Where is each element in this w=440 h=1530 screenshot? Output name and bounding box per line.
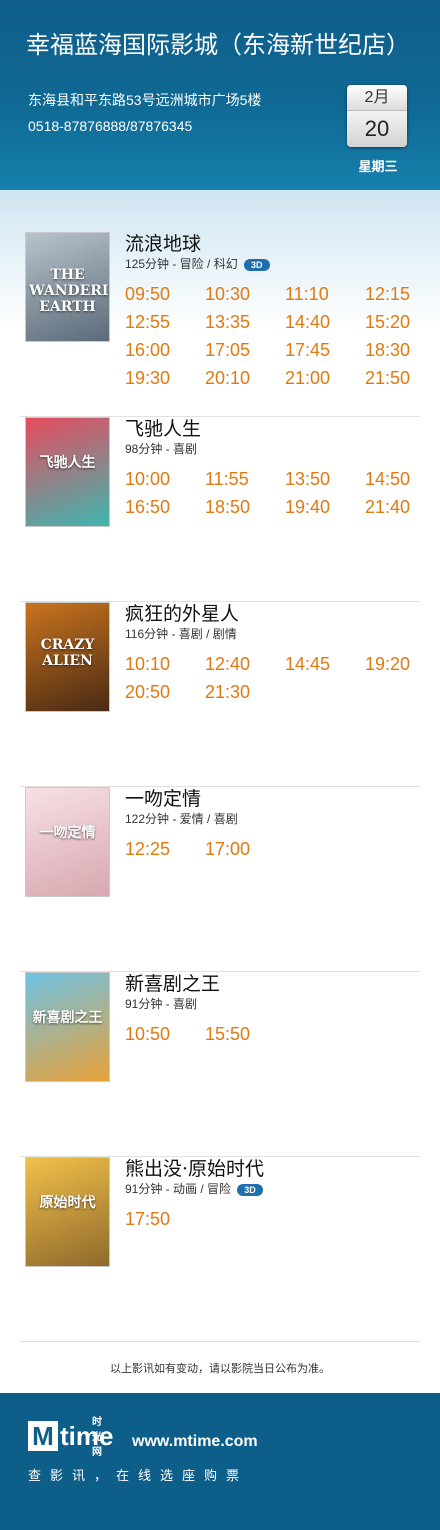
movie-meta: 116分钟 - 喜剧 / 剧情 bbox=[125, 626, 237, 642]
movie-title[interactable]: 熊出没·原始时代 bbox=[125, 1157, 264, 1181]
showtime-button[interactable]: 21:00 bbox=[285, 366, 355, 390]
footer: M time 时光网 www.mtime.com 查影讯，在线选座购票 bbox=[0, 1393, 440, 1530]
showtime-button[interactable]: 15:20 bbox=[365, 310, 435, 334]
showtime-button[interactable]: 12:25 bbox=[125, 837, 195, 861]
poster-artwork bbox=[26, 418, 109, 526]
poster-artwork bbox=[26, 973, 109, 1081]
showtime-button[interactable]: 21:30 bbox=[205, 680, 275, 704]
poster-artwork bbox=[26, 1158, 109, 1266]
logo-chinese-name: 时光网 bbox=[92, 1417, 102, 1458]
date-card: 2月 20 bbox=[347, 85, 407, 147]
date-month: 2月 bbox=[347, 85, 407, 111]
showtime-button[interactable]: 20:10 bbox=[205, 366, 275, 390]
showtime-button[interactable]: 10:50 bbox=[125, 1022, 195, 1046]
showtime-button[interactable]: 10:00 bbox=[125, 467, 195, 491]
movie-divider bbox=[20, 1341, 420, 1342]
showtime-button[interactable]: 12:55 bbox=[125, 310, 195, 334]
movie-meta-text: 122分钟 - 爱情 / 喜剧 bbox=[125, 812, 238, 826]
movie-poster[interactable]: 新喜剧之王 bbox=[25, 972, 110, 1082]
movie-poster[interactable]: THE WANDERING EARTH bbox=[25, 232, 110, 342]
movie-item[interactable]: THE WANDERING EARTH 流浪地球125分钟 - 冒险 / 科幻 3D… bbox=[0, 232, 440, 417]
showtime-button[interactable]: 18:50 bbox=[205, 495, 275, 519]
showtime-button[interactable]: 13:50 bbox=[285, 467, 355, 491]
poster-title-text: THE WANDERING EARTH bbox=[29, 267, 109, 315]
movie-poster[interactable]: 飞驰人生 bbox=[25, 417, 110, 527]
poster-title-text: 一吻定情 bbox=[39, 825, 96, 841]
movie-poster[interactable]: 一吻定情 bbox=[25, 787, 110, 897]
showtime-button[interactable]: 17:05 bbox=[205, 338, 275, 362]
movie-meta: 122分钟 - 爱情 / 喜剧 bbox=[125, 811, 238, 827]
cinema-address: 东海县和平东路53号远洲城市广场5楼 bbox=[28, 92, 262, 108]
showtime-button[interactable]: 16:50 bbox=[125, 495, 195, 519]
movie-item[interactable]: 飞驰人生 飞驰人生 98分钟 - 喜剧 10:00 11:55 13:50 14:50 16:… bbox=[0, 417, 440, 602]
showtime-button[interactable]: 20:50 bbox=[125, 680, 195, 704]
date-day: 20 bbox=[347, 111, 407, 147]
poster-title-text: 飞驰人生 bbox=[39, 455, 96, 471]
showtime-button[interactable]: 11:55 bbox=[205, 467, 275, 491]
movie-meta-text: 98分钟 - 喜剧 bbox=[125, 442, 198, 456]
showtime-button[interactable]: 15:50 bbox=[205, 1022, 275, 1046]
showtime-button[interactable]: 13:35 bbox=[205, 310, 275, 334]
movie-meta-text: 125分钟 - 冒险 / 科幻 bbox=[125, 257, 238, 271]
poster-title-text: 新喜剧之王 bbox=[32, 1010, 103, 1026]
showtime-button[interactable]: 14:50 bbox=[365, 467, 435, 491]
footer-scallop-edge bbox=[0, 1386, 440, 1400]
showtime-button[interactable]: 21:40 bbox=[365, 495, 435, 519]
movie-item[interactable]: 一吻定情 一吻定情 122分钟 - 爱情 / 喜剧 12:25 17:00 bbox=[0, 787, 440, 972]
showtime-button[interactable]: 14:40 bbox=[285, 310, 355, 334]
showtime-button[interactable]: 19:20 bbox=[365, 652, 435, 676]
showtime-button[interactable]: 17:00 bbox=[205, 837, 275, 861]
movie-poster[interactable]: CRAZY ALIEN bbox=[25, 602, 110, 712]
movie-meta: 91分钟 - 喜剧 bbox=[125, 996, 197, 1012]
movie-meta: 98分钟 - 喜剧 bbox=[125, 441, 197, 457]
movie-title[interactable]: 流浪地球 bbox=[125, 232, 201, 256]
poster-artwork bbox=[26, 788, 109, 896]
cinema-header: 幸福蓝海国际影城（东海新世纪店） 东海县和平东路53号远洲城市广场5楼 0518… bbox=[0, 0, 440, 190]
showtime-button[interactable]: 10:10 bbox=[125, 652, 195, 676]
showtime-button[interactable]: 18:30 bbox=[365, 338, 435, 362]
showtime-button[interactable]: 17:45 bbox=[285, 338, 355, 362]
showtime-button[interactable]: 14:45 bbox=[285, 652, 355, 676]
logo-wordmark: time bbox=[60, 1421, 114, 1451]
showtime-button[interactable]: 17:50 bbox=[125, 1207, 195, 1231]
showtime-button[interactable]: 11:10 bbox=[285, 282, 355, 306]
movie-meta-text: 116分钟 - 喜剧 / 剧情 bbox=[125, 627, 237, 641]
showtime-button[interactable]: 19:40 bbox=[285, 495, 355, 519]
showtime-button[interactable]: 10:30 bbox=[205, 282, 275, 306]
movie-meta-text: 91分钟 - 动画 / 冒险 bbox=[125, 1182, 232, 1196]
movie-meta: 125分钟 - 冒险 / 科幻 3D bbox=[125, 256, 270, 272]
movie-item[interactable]: CRAZY ALIEN 疯狂的外星人 116分钟 - 喜剧 / 剧情 10:10 12:… bbox=[0, 602, 440, 787]
movie-title[interactable]: 新喜剧之王 bbox=[125, 972, 220, 996]
showtime-button[interactable]: 16:00 bbox=[125, 338, 195, 362]
footer-slogan: 查影讯，在线选座购票 bbox=[28, 1468, 249, 1483]
showtime-button[interactable]: 12:15 bbox=[365, 282, 435, 306]
cinema-phone: 0518-87876888/87876345 bbox=[28, 118, 193, 134]
showtime-button[interactable]: 19:30 bbox=[125, 366, 195, 390]
cinema-name: 幸福蓝海国际影城（东海新世纪店） bbox=[26, 31, 410, 59]
movie-poster[interactable]: 原始时代 bbox=[25, 1157, 110, 1267]
3d-badge-icon: 3D bbox=[243, 258, 270, 271]
movie-title[interactable]: 一吻定情 bbox=[125, 787, 201, 811]
movie-item[interactable]: 新喜剧之王 新喜剧之王 91分钟 - 喜剧 10:50 15:50 bbox=[0, 972, 440, 1157]
weekday: 星期三 bbox=[358, 159, 398, 174]
movie-meta-text: 91分钟 - 喜剧 bbox=[125, 997, 198, 1011]
poster-title-text: 原始时代 bbox=[39, 1195, 96, 1211]
movie-meta: 91分钟 - 动画 / 冒险 3D bbox=[125, 1181, 264, 1197]
logo-m-icon: M bbox=[28, 1421, 58, 1451]
schedule-notice: 以上影讯如有变动，请以影院当日公布为准。 bbox=[110, 1363, 330, 1375]
poster-title-text: CRAZY ALIEN bbox=[40, 637, 95, 669]
showtime-button[interactable]: 21:50 bbox=[365, 366, 435, 390]
showtime-button[interactable]: 12:40 bbox=[205, 652, 275, 676]
site-url-link[interactable]: www.mtime.com bbox=[132, 1433, 258, 1451]
movie-title[interactable]: 疯狂的外星人 bbox=[125, 602, 239, 626]
showtime-button[interactable]: 09:50 bbox=[125, 282, 195, 306]
3d-badge-icon: 3D bbox=[237, 1183, 264, 1196]
movie-item[interactable]: 原始时代 熊出没·原始时代 91分钟 - 动画 / 冒险 3D 17:50 bbox=[0, 1157, 440, 1342]
movie-title[interactable]: 飞驰人生 bbox=[125, 417, 201, 441]
